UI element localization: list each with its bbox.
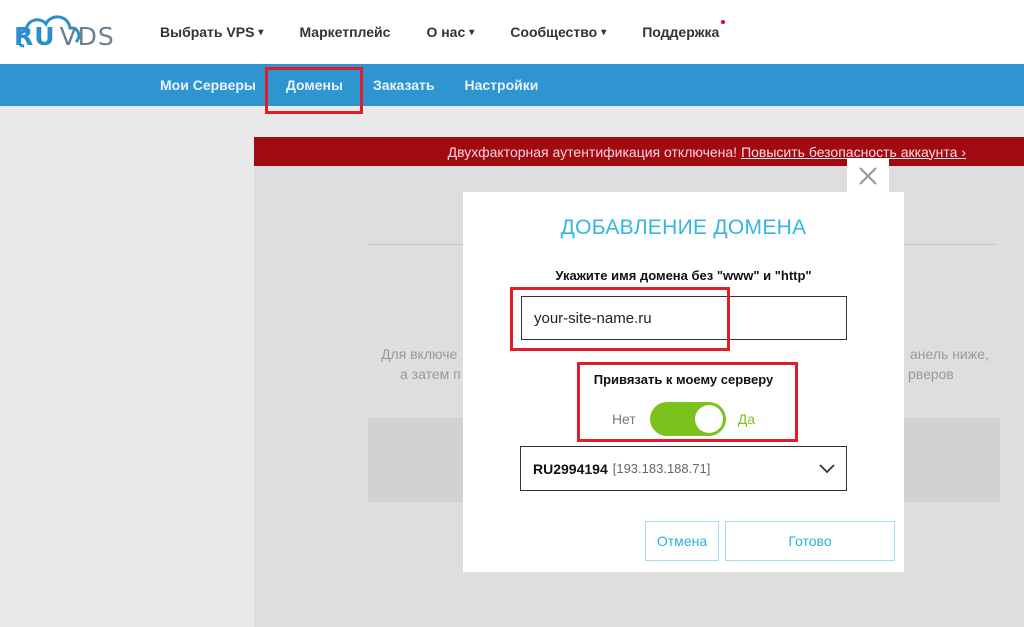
nav-label: Маркетплейс	[299, 24, 391, 40]
logo-text[interactable]: RU VDS	[14, 22, 115, 51]
logo-ru: RU	[14, 22, 56, 51]
logo-vds: VDS	[59, 22, 115, 51]
bg-text: Для включе	[381, 346, 458, 362]
nav-label: Сообщество	[510, 24, 598, 40]
nav-community[interactable]: Сообщество ▾	[510, 24, 606, 40]
top-nav: Выбрать VPS ▾ Маркетплейс О нас ▾ Сообще…	[160, 0, 755, 64]
caret-down-icon: ▾	[258, 26, 264, 38]
bind-toggle-row: Нет Да	[463, 402, 904, 436]
server-ip: [193.183.188.71]	[612, 461, 711, 476]
server-name: RU2994194	[533, 460, 608, 477]
bg-text: рверов	[908, 366, 954, 382]
toggle-off-label: Нет	[611, 411, 636, 427]
add-domain-modal: ДОБАВЛЕНИЕ ДОМЕНА Укажите имя домена без…	[463, 192, 904, 572]
nav-choose-vps[interactable]: Выбрать VPS ▾	[160, 24, 263, 40]
sub-nav: Мои Серверы Домены Заказать Настройки	[160, 64, 568, 106]
done-button[interactable]: Готово	[725, 521, 895, 561]
nav-about[interactable]: О нас ▾	[426, 24, 474, 40]
subnav-order[interactable]: Заказать	[373, 77, 435, 93]
nav-label: Поддержка	[642, 24, 720, 40]
nav-support[interactable]: Поддержка	[642, 20, 726, 40]
nav-label: О нас	[426, 24, 466, 40]
security-alert-bar: Двухфакторная аутентификация отключена! …	[254, 137, 1024, 166]
subnav-my-servers[interactable]: Мои Серверы	[160, 77, 256, 93]
subnav-settings[interactable]: Настройки	[465, 77, 539, 93]
notification-dot-icon	[721, 20, 726, 24]
bind-server-label: Привязать к моему серверу	[593, 372, 774, 387]
bind-server-toggle[interactable]	[649, 402, 726, 436]
toggle-on-label: Да	[737, 411, 756, 427]
caret-down-icon: ▾	[601, 26, 607, 38]
top-header: RU VDS Выбрать VPS ▾ Маркетплейс О нас ▾ …	[0, 0, 1024, 64]
bg-text: анель ниже,	[910, 346, 989, 362]
bg-text: а затем п	[400, 366, 461, 382]
chevron-down-icon	[819, 464, 835, 474]
nav-label: Выбрать VPS	[160, 24, 255, 40]
alert-text: Двухфакторная аутентификация отключена!	[447, 143, 738, 160]
toggle-knob	[694, 405, 723, 433]
sub-nav-bar: Мои Серверы Домены Заказать Настройки	[0, 64, 1024, 106]
caret-down-icon: ▾	[469, 26, 475, 38]
subnav-domains[interactable]: Домены	[286, 77, 343, 93]
close-icon	[859, 167, 877, 185]
cancel-button[interactable]: Отмена	[645, 521, 719, 561]
domain-input[interactable]	[521, 296, 847, 340]
modal-close-button[interactable]	[847, 158, 889, 194]
server-select[interactable]: RU2994194 [193.183.188.71]	[520, 446, 847, 491]
domain-field-label: Укажите имя домена без "www" и "http"	[555, 268, 812, 283]
modal-title: ДОБАВЛЕНИЕ ДОМЕНА	[560, 216, 807, 239]
nav-marketplace[interactable]: Маркетплейс	[299, 24, 390, 40]
